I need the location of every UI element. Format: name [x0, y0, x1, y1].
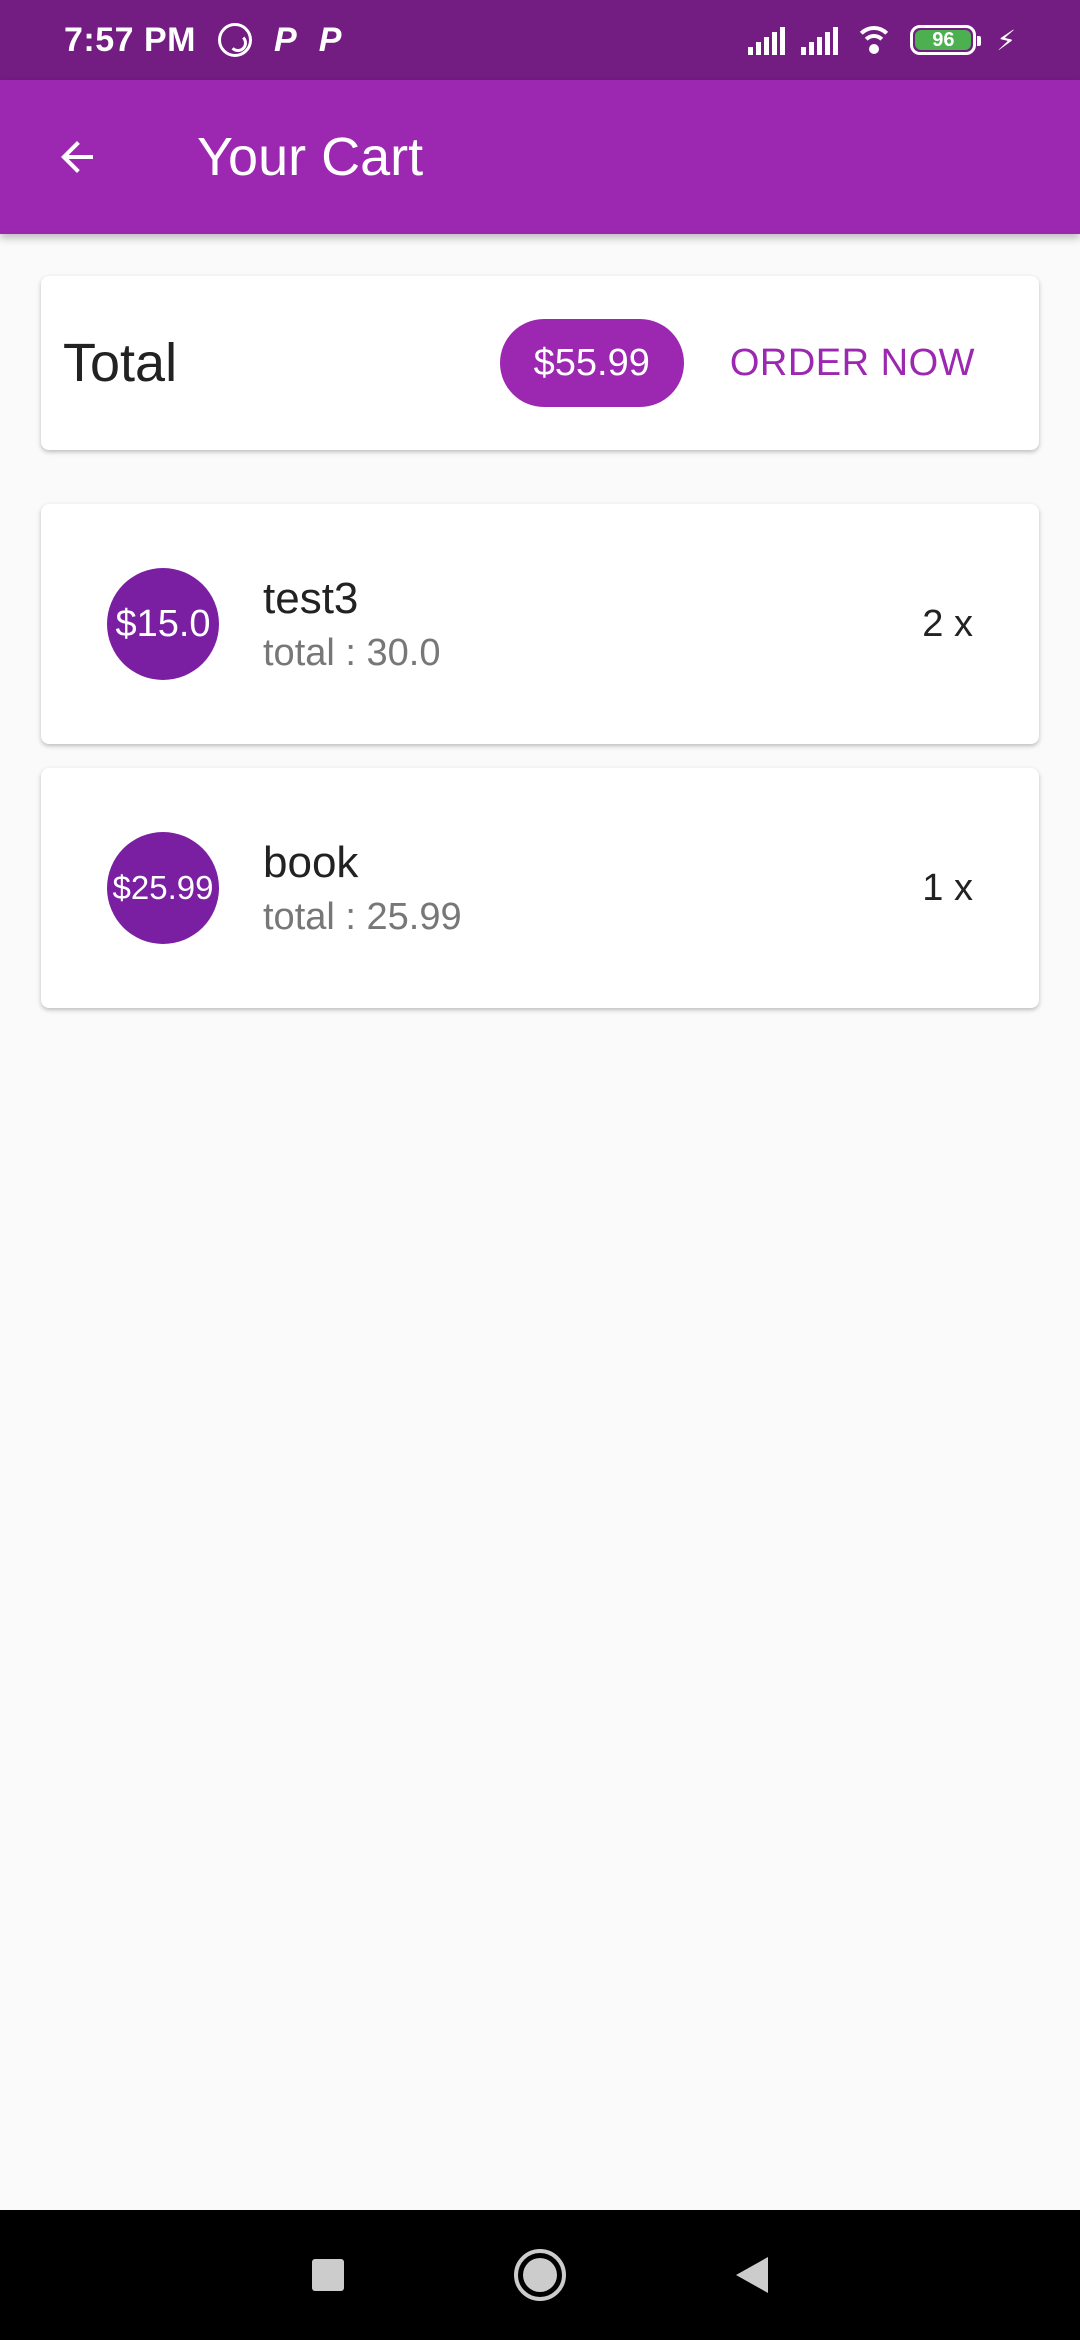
item-quantity: 2 x — [922, 602, 973, 645]
whatsapp-icon — [218, 23, 252, 57]
screen: 7:57 PM P P 96 ⚡ Your Cart Total $55.99 … — [0, 0, 1080, 2340]
price-avatar: $25.99 — [107, 832, 219, 944]
item-text: test3 total : 30.0 — [263, 574, 440, 675]
arrow-back-icon — [61, 141, 93, 173]
item-quantity: 1 x — [922, 866, 973, 909]
total-amount-chip: $55.99 — [499, 319, 684, 407]
battery-level: 96 — [915, 29, 972, 51]
wifi-icon — [854, 24, 895, 56]
signal-icon — [748, 25, 786, 55]
cart-item[interactable]: $25.99 book total : 25.99 1 x — [41, 768, 1039, 1008]
order-now-button[interactable]: ORDER NOW — [730, 342, 975, 385]
item-subtotal: total : 25.99 — [263, 895, 462, 938]
total-card: Total $55.99 ORDER NOW — [41, 276, 1039, 450]
back-button[interactable] — [37, 117, 117, 197]
status-time: 7:57 PM — [64, 20, 196, 59]
item-subtotal: total : 30.0 — [263, 631, 441, 674]
battery-icon: 96 — [910, 25, 982, 55]
recents-icon[interactable] — [312, 2259, 344, 2291]
status-right: 96 ⚡ — [748, 24, 1016, 57]
p-icon: P — [318, 20, 342, 59]
p-icon: P — [274, 20, 297, 59]
system-nav-bar — [0, 2210, 1080, 2340]
page-title: Your Cart — [197, 127, 424, 187]
charging-icon: ⚡ — [996, 24, 1016, 56]
item-title: test3 — [263, 573, 359, 623]
status-left: 7:57 PM P P — [64, 21, 341, 60]
item-title: book — [263, 837, 359, 887]
status-bar: 7:57 PM P P 96 ⚡ — [0, 0, 1080, 80]
total-label: Total — [63, 333, 178, 393]
item-text: book total : 25.99 — [263, 838, 462, 939]
signal-icon — [801, 25, 839, 55]
cart-item[interactable]: $15.0 test3 total : 30.0 2 x — [41, 504, 1039, 744]
back-icon[interactable] — [736, 2257, 768, 2293]
price-avatar: $15.0 — [107, 568, 219, 680]
home-icon[interactable] — [514, 2249, 566, 2301]
app-bar: Your Cart — [0, 80, 1080, 234]
